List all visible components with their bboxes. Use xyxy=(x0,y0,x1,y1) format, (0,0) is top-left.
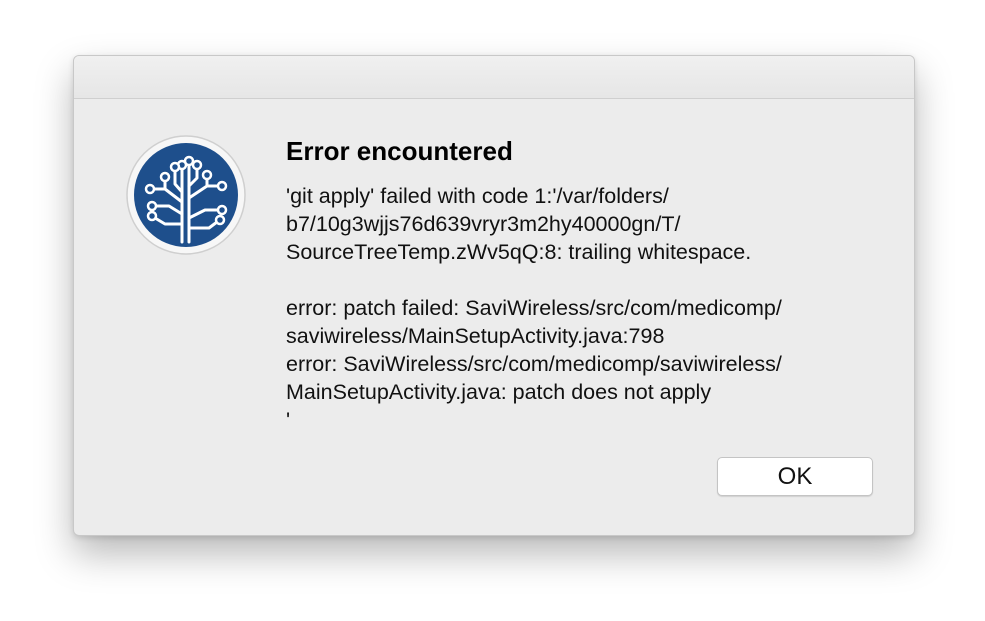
error-message: 'git apply' failed with code 1:'/var/fol… xyxy=(286,184,782,432)
dialog-title: Error encountered xyxy=(286,136,513,166)
sourcetree-logo-icon xyxy=(126,135,246,255)
error-dialog: Error encountered 'git apply' failed wit… xyxy=(73,55,915,536)
dialog-titlebar xyxy=(74,56,914,99)
ok-button[interactable]: OK xyxy=(717,457,873,496)
